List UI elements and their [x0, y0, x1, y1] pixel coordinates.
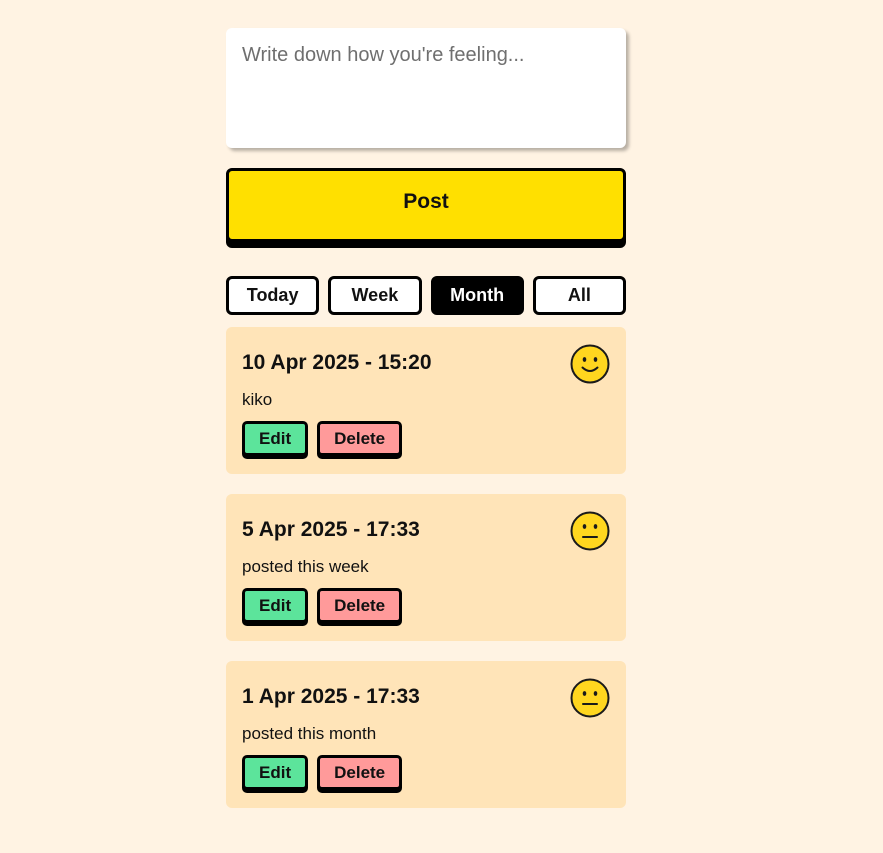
filter-today[interactable]: Today — [226, 276, 320, 315]
feeling-input[interactable] — [242, 44, 610, 132]
delete-button[interactable]: Delete — [317, 755, 403, 790]
filter-week[interactable]: Week — [328, 276, 422, 315]
entry-text: posted this month — [242, 724, 377, 743]
edit-button[interactable]: Edit — [242, 755, 309, 790]
mood-journal: Post Today Week Month All 10 Apr 2025 - … — [226, 28, 626, 828]
filter-month[interactable]: Month — [430, 276, 524, 315]
mood-composer — [226, 28, 626, 148]
entry-date: 1 Apr 2025 - 17:33 — [242, 685, 420, 708]
time-filter-tabs: Today Week Month All — [226, 276, 626, 315]
happy-face-icon — [570, 344, 610, 384]
neutral-face-icon — [570, 678, 610, 718]
delete-button[interactable]: Delete — [317, 421, 403, 456]
entry-actions: Edit Delete — [242, 421, 610, 456]
entry-actions: Edit Delete — [242, 755, 610, 790]
neutral-face-icon — [570, 511, 610, 551]
delete-button[interactable]: Delete — [317, 588, 403, 623]
entry-card: 5 Apr 2025 - 17:33 posted this week Edit… — [226, 494, 626, 641]
edit-button[interactable]: Edit — [242, 421, 309, 456]
entry-card: 1 Apr 2025 - 17:33 posted this month Edi… — [226, 661, 626, 808]
entry-list: 10 Apr 2025 - 15:20 kiko Edit Delete 5 A… — [226, 327, 626, 808]
entry-date: 5 Apr 2025 - 17:33 — [242, 518, 420, 541]
edit-button[interactable]: Edit — [242, 588, 309, 623]
entry-date: 10 Apr 2025 - 15:20 — [242, 351, 432, 374]
entry-actions: Edit Delete — [242, 588, 610, 623]
entry-card: 10 Apr 2025 - 15:20 kiko Edit Delete — [226, 327, 626, 474]
entry-text: kiko — [242, 390, 273, 409]
filter-all[interactable]: All — [532, 276, 626, 315]
post-button[interactable]: Post — [226, 168, 626, 242]
entry-text: posted this week — [242, 557, 369, 576]
